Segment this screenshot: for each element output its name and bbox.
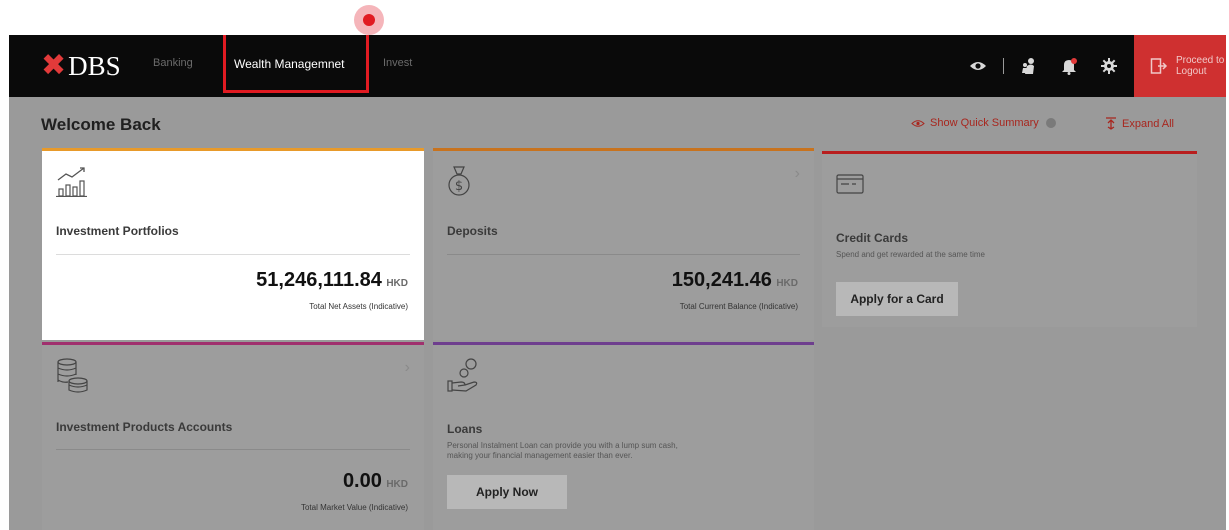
amount-display: 51,246,111.84 HKD xyxy=(256,269,408,292)
chevron-right-icon[interactable]: › xyxy=(795,165,800,183)
nav-highlight-box xyxy=(223,35,369,93)
logout-button[interactable]: Proceed to Logout xyxy=(1134,35,1226,97)
logout-label-line2: Logout xyxy=(1176,66,1207,77)
investment-products-accounts-card[interactable]: › Investment Products Accounts 0.00 HKD … xyxy=(42,342,424,530)
card-description-line1: Personal Instalment Loan can provide you… xyxy=(447,441,678,450)
bell-icon[interactable] xyxy=(1056,53,1082,79)
currency: HKD xyxy=(776,278,798,289)
show-quick-summary-label: Show Quick Summary xyxy=(930,117,1039,129)
expand-all-label: Expand All xyxy=(1122,117,1174,130)
money-bag-icon: $ xyxy=(448,166,470,196)
currency: HKD xyxy=(386,278,408,289)
nav-banking[interactable]: Banking xyxy=(153,57,193,69)
show-quick-summary-link[interactable]: Show Quick Summary xyxy=(911,117,1056,129)
card-title: Credit Cards xyxy=(836,231,909,245)
card-title: Loans xyxy=(447,422,483,436)
growth-chart-icon xyxy=(56,167,87,197)
expand-all-link[interactable]: Expand All xyxy=(1106,117,1174,130)
dbs-logo-text: DBS xyxy=(68,50,121,81)
apply-now-button[interactable]: Apply Now xyxy=(447,475,567,509)
amount-display: 150,241.46 HKD xyxy=(672,269,798,292)
logout-icon xyxy=(1150,58,1168,74)
credit-card-icon xyxy=(836,174,864,194)
info-icon[interactable] xyxy=(1045,118,1056,128)
amount-label: Total Current Balance (Indicative) xyxy=(679,302,798,311)
page-title: Welcome Back xyxy=(41,115,161,134)
credit-cards-card[interactable]: Credit Cards Spend and get rewarded at t… xyxy=(822,151,1197,327)
amount-display: 0.00 HKD xyxy=(343,470,408,493)
amount-label: Total Net Assets (Indicative) xyxy=(309,302,408,311)
eye-outline-icon xyxy=(911,119,925,127)
amount-value: 51,246,111.84 xyxy=(256,269,382,291)
chevron-right-icon[interactable]: › xyxy=(405,359,410,377)
amount-value: 0.00 xyxy=(342,470,382,492)
card-title: Investment Portfolios xyxy=(56,224,179,238)
header-icons xyxy=(965,53,1122,79)
nav-invest[interactable]: Invest xyxy=(383,57,412,69)
card-title: Deposits xyxy=(447,224,498,238)
currency: HKD xyxy=(386,479,408,490)
card-title: Investment Products Accounts xyxy=(56,420,233,434)
logout-label: Proceed to Logout xyxy=(1176,55,1224,77)
investment-portfolios-card[interactable]: Investment Portfolios 51,246,111.84 HKD … xyxy=(42,148,424,340)
card-description-line2: making your financial management easier … xyxy=(447,451,633,460)
top-navigation-bar: ✖ DBS Banking Wealth Managemnet Invest P… xyxy=(9,35,1226,97)
gear-icon[interactable] xyxy=(1096,53,1122,79)
dbs-logo-mark: ✖ xyxy=(41,48,67,83)
card-divider xyxy=(56,449,410,450)
logout-label-line1: Proceed to xyxy=(1176,55,1225,66)
card-divider xyxy=(447,254,800,255)
amount-value: 150,241.46 xyxy=(671,269,772,291)
hand-coins-icon xyxy=(447,358,478,392)
loans-card[interactable]: Loans Personal Instalment Loan can provi… xyxy=(433,342,814,530)
coin-stack-icon xyxy=(57,358,88,393)
expand-icon xyxy=(1106,117,1116,130)
app-frame: ✖ DBS Banking Wealth Managemnet Invest P… xyxy=(9,35,1226,530)
card-divider xyxy=(56,254,410,255)
svg-text:$: $ xyxy=(455,179,463,194)
people-icon[interactable] xyxy=(1016,53,1042,79)
card-description: Spend and get rewarded at the same time xyxy=(836,250,985,259)
header-separator xyxy=(1003,58,1004,74)
dbs-logo[interactable]: ✖ DBS xyxy=(41,51,121,81)
apply-for-card-button[interactable]: Apply for a Card xyxy=(836,282,958,316)
click-marker-dot xyxy=(363,14,375,26)
deposits-card[interactable]: $ › Deposits 150,241.46 HKD Total Curren… xyxy=(433,148,814,340)
eye-icon[interactable] xyxy=(965,53,991,79)
amount-label: Total Market Value (Indicative) xyxy=(300,503,408,512)
